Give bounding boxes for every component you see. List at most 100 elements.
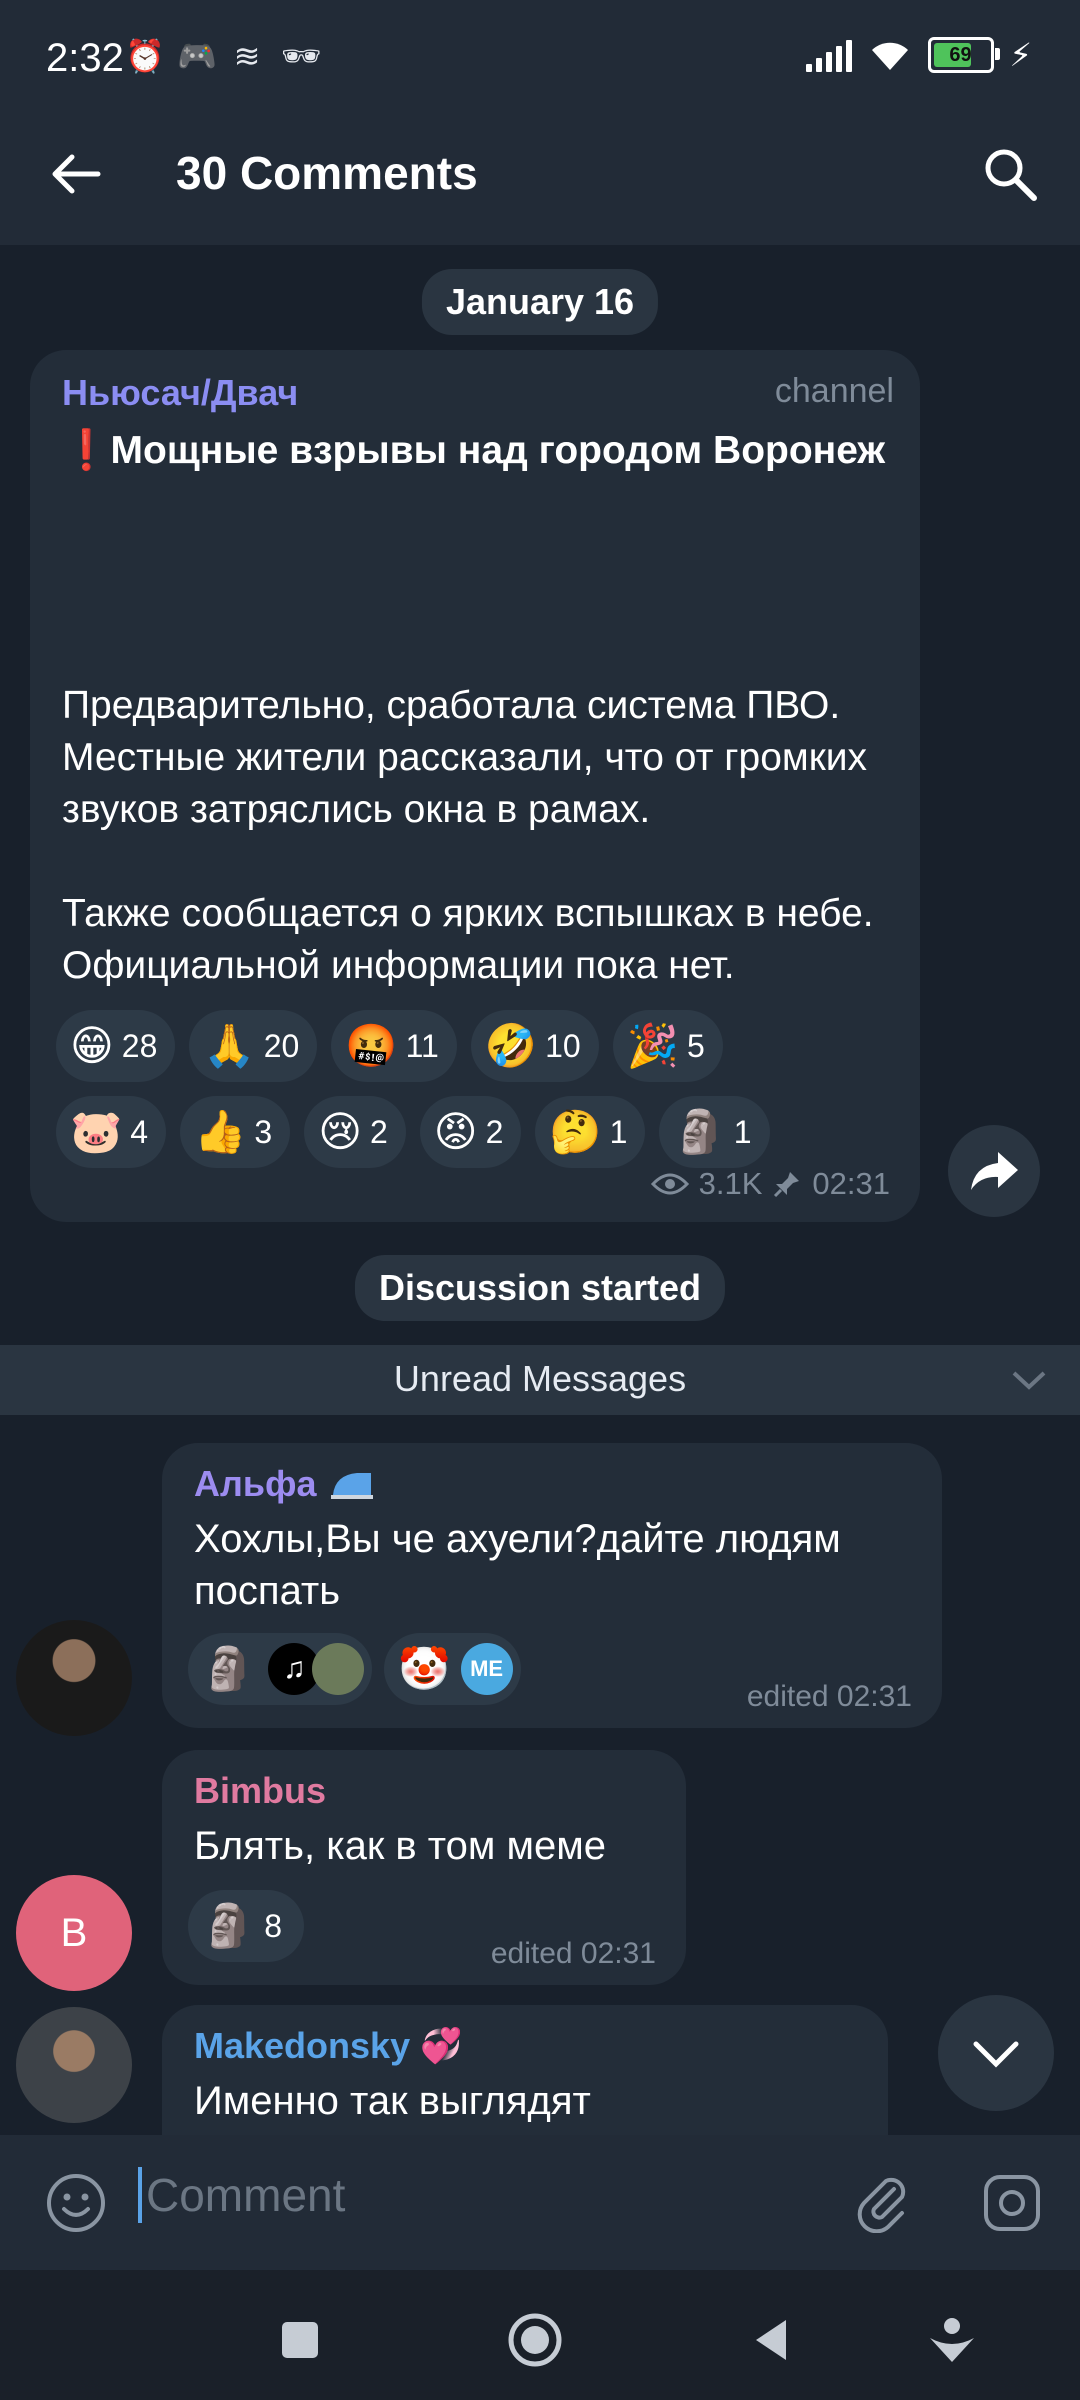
recent-apps-icon[interactable] (270, 2310, 330, 2370)
eye-icon (650, 1173, 689, 1195)
post-views: 3.1K (698, 1166, 763, 1201)
system-navigation-bar (0, 2270, 1080, 2400)
reaction-chip[interactable]: 🗿 8 (188, 1890, 305, 1962)
party-popper-emoji-icon: 🎉 (626, 1022, 679, 1069)
reaction-chip[interactable]: 👍 3 (180, 1096, 291, 1168)
reaction-count: 10 (545, 1027, 581, 1064)
moai-emoji-icon: 🗿 (202, 1645, 255, 1692)
status-notification-icons: ⏰ 🎮 ≋ 🕶 (125, 38, 322, 74)
reactor-avatar (312, 1643, 365, 1695)
incognito-icon: 🕶 (281, 38, 322, 74)
post-channel-label: channel (774, 372, 894, 410)
comment-input[interactable]: Comment (138, 2167, 345, 2223)
message-text: Хохлы,Вы че ахуели?дайте людям поспать (194, 1517, 841, 1613)
chevron-down-icon[interactable] (1010, 1365, 1048, 1395)
post-body: Предварительно, сработала система ПВО. М… (62, 684, 874, 987)
moai-emoji-icon: 🗿 (202, 1902, 255, 1949)
unread-messages-bar: Unread Messages (0, 1345, 1080, 1415)
reaction-chip[interactable]: 😡 2 (419, 1096, 522, 1168)
grin-emoji-icon: 😁 (70, 1022, 114, 1069)
reaction-count: 11 (405, 1027, 439, 1064)
pray-emoji-icon: 🙏 (203, 1022, 256, 1069)
reaction-chip[interactable]: 😁 28 (56, 1010, 176, 1082)
reactor-avatar-me: ME (460, 1643, 513, 1695)
hearts-icon: 💞 (420, 2027, 463, 2065)
sender-name: Альфа (194, 1463, 317, 1504)
reaction-chip[interactable]: 🐷 4 (56, 1096, 167, 1168)
pin-icon (774, 1172, 800, 1198)
reaction-chip[interactable]: 🤡 ME (384, 1633, 521, 1705)
reaction-count: 2 (369, 1113, 388, 1150)
message-sender[interactable]: Makedonsky 💞 (194, 2025, 462, 2067)
back-arrow-icon[interactable] (48, 146, 104, 202)
reaction-chip[interactable]: 🤬 11 (331, 1010, 457, 1082)
date-pill: January 16 (421, 269, 659, 335)
reaction-count: 5 (686, 1027, 705, 1064)
reaction-chip[interactable]: 🗿 ♫ (188, 1633, 373, 1705)
layers-icon: ≋ (233, 38, 261, 74)
message-text: Именно так выглядят (194, 2079, 591, 2123)
message-edited-time: edited 02:31 (490, 1937, 656, 1970)
pig-emoji-icon: 🐷 (70, 1108, 123, 1155)
scroll-down-button[interactable] (938, 1995, 1054, 2111)
message-bubble[interactable]: Альфа Хохлы,Вы че ахуели?дайте людям пос… (162, 1443, 942, 1728)
reaction-chip[interactable]: 🤣 10 (470, 1010, 599, 1082)
reaction-chip[interactable]: 🤔 1 (535, 1096, 646, 1168)
status-time: 2:32 (46, 36, 124, 80)
avatar[interactable] (16, 1620, 132, 1736)
reaction-count: 1 (609, 1113, 628, 1150)
reaction-count: 3 (254, 1113, 273, 1150)
message-bubble[interactable]: Makedonsky 💞 Именно так выглядят (162, 2005, 888, 2135)
reaction-chip[interactable]: 🗿 1 (659, 1096, 770, 1168)
search-icon[interactable] (980, 144, 1040, 204)
battery-icon: 69 (927, 37, 1000, 73)
reaction-count: 4 (130, 1113, 149, 1150)
post-headline: ❗Мощные взрывы над городом Воронеж (62, 429, 886, 472)
wifi-icon (871, 42, 908, 70)
reaction-count: 28 (121, 1027, 158, 1064)
back-triangle-icon[interactable] (742, 2310, 802, 2370)
assistant-icon[interactable] (922, 2310, 982, 2370)
status-bar: 2:32 ⏰ 🎮 ≋ 🕶 69 ⚡ (0, 0, 1080, 120)
post-time: 02:31 (812, 1166, 890, 1201)
channel-post[interactable]: Ньюсач/Двач channel ❗Мощные взрывы над г… (30, 350, 920, 1222)
message-bubble[interactable]: Bimbus Блять, как в том меме 🗿 8 edited … (162, 1750, 686, 1985)
reaction-chip[interactable]: 🎉 5 (612, 1010, 723, 1082)
signal-icon (805, 38, 852, 72)
thinking-emoji-icon: 🤔 (549, 1108, 602, 1155)
share-button[interactable] (948, 1125, 1040, 1217)
message-sender[interactable]: Альфа (194, 1463, 377, 1505)
emoji-icon[interactable] (44, 2171, 108, 2235)
clown-emoji-icon: 🤡 (398, 1645, 451, 1692)
page-title: 30 Comments (176, 147, 478, 199)
cry-emoji-icon: 😢 (318, 1108, 362, 1155)
chat-area[interactable]: January 16 Ньюсач/Двач channel ❗Мощные в… (0, 245, 1080, 2135)
avatar[interactable]: B (16, 1875, 132, 1991)
reactions-row-1: 😁 28 🙏 20 🤬 11 🤣 10 🎉 5 (56, 1010, 916, 1082)
moai-emoji-icon: 🗿 (673, 1108, 726, 1155)
reactions-row-2: 🐷 4 👍 3 😢 2 😡 2 🤔 1 🗿 1 (56, 1096, 916, 1168)
message-edited-time: edited 02:31 (746, 1680, 912, 1713)
chevron-down-icon (973, 2041, 1019, 2068)
reaction-count: 20 (263, 1027, 300, 1064)
home-icon[interactable] (505, 2310, 565, 2370)
status-system-icons: 69 ⚡ (805, 36, 1032, 74)
avatar[interactable] (16, 2007, 132, 2123)
thumbs-up-emoji-icon: 👍 (194, 1108, 247, 1155)
post-meta: 3.1K 02:31 (650, 1166, 890, 1202)
reaction-count: 2 (485, 1113, 504, 1150)
sender-name[interactable]: Bimbus (194, 1770, 326, 1812)
paperclip-icon[interactable] (850, 2169, 914, 2233)
reaction-chip[interactable]: 😢 2 (304, 1096, 406, 1168)
angry-emoji-icon: 😡 (433, 1108, 478, 1155)
comment-composer: Comment (0, 2135, 1080, 2270)
reaction-chip[interactable]: 🙏 20 (189, 1010, 318, 1082)
camera-icon[interactable] (980, 2171, 1044, 2235)
share-arrow-icon (971, 1152, 1018, 1190)
iron-icon (330, 1473, 373, 1499)
reaction-count: 1 (733, 1113, 752, 1150)
post-author[interactable]: Ньюсач/Двач (62, 372, 298, 414)
game-controller-icon: 🎮 (177, 38, 217, 74)
discussion-started-pill: Discussion started (354, 1255, 726, 1321)
unread-messages-label: Unread Messages (393, 1358, 687, 1399)
